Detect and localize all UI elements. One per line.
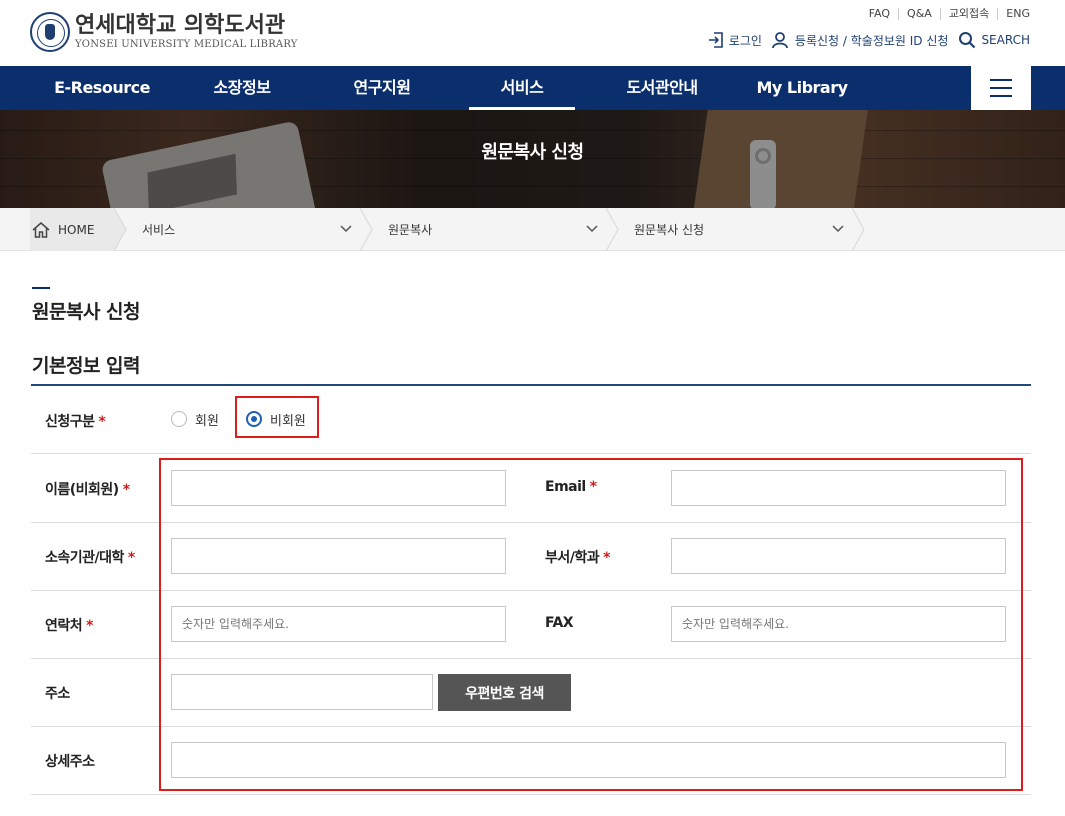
title-decoration [32, 287, 50, 289]
request-type-row: 신청구분 * 회원 비회원 [31, 386, 1031, 454]
breadcrumb-copy-request-dropdown[interactable]: 원문복사 신청 [606, 208, 852, 251]
site-header: 연세대학교 의학도서관 YONSEI UNIVERSITY MEDICAL LI… [0, 0, 1065, 66]
name-label: 이름(비회원) * [45, 482, 130, 498]
user-add-icon [772, 32, 788, 49]
radio-member[interactable]: 회원 [171, 401, 219, 437]
section-title: 기본정보 입력 [32, 355, 141, 377]
member-links: 로그인 등록신청 / 학술정보원 ID 신청 SEARCH [698, 31, 1030, 49]
university-seal-icon [30, 12, 70, 52]
login-link[interactable]: 로그인 [708, 31, 762, 49]
logo-english-name: YONSEI UNIVERSITY MEDICAL LIBRARY [75, 39, 298, 50]
nav-item-services[interactable]: 서비스 [452, 66, 592, 110]
nav-item-library-info[interactable]: 도서관안내 [592, 66, 732, 110]
nav-item-my-library[interactable]: My Library [732, 66, 872, 110]
search-link[interactable]: SEARCH [958, 31, 1030, 49]
breadcrumb-home[interactable]: HOME [30, 208, 114, 251]
affiliation-label: 소속기관/대학 * [45, 550, 135, 566]
search-icon [959, 32, 976, 49]
nav-item-e-resource[interactable]: E-Resource [32, 66, 172, 110]
english-link[interactable]: ENG [997, 8, 1030, 20]
address-label: 주소 [45, 686, 70, 702]
hamburger-menu-icon[interactable] [971, 66, 1031, 110]
off-campus-access-link[interactable]: 교외접속 [939, 8, 997, 20]
highlight-box-form-fields [159, 458, 1023, 791]
highlight-box-non-member [235, 396, 319, 438]
qna-link[interactable]: Q&A [898, 8, 940, 20]
breadcrumb-copy-dropdown[interactable]: 원문복사 [360, 208, 606, 251]
radio-member-control[interactable] [171, 411, 187, 427]
main-navigation: E-Resource 소장정보 연구지원 서비스 도서관안내 My Librar… [0, 66, 1065, 110]
page-banner: 원문복사 신청 [0, 110, 1065, 208]
faq-link[interactable]: FAQ [861, 8, 898, 20]
banner-title: 원문복사 신청 [481, 142, 584, 163]
home-icon [32, 221, 50, 238]
phone-label: 연락처 * [45, 618, 93, 634]
breadcrumb: HOME 서비스 원문복사 원문복사 신청 [0, 208, 1065, 251]
request-type-label: 신청구분 * [45, 414, 106, 430]
utility-links: FAQ Q&A 교외접속 ENG [861, 8, 1030, 20]
login-icon [708, 32, 723, 48]
library-logo[interactable]: 연세대학교 의학도서관 YONSEI UNIVERSITY MEDICAL LI… [30, 12, 298, 52]
nav-item-research-support[interactable]: 연구지원 [312, 66, 452, 110]
chevron-down-icon [340, 225, 352, 233]
logo-korean-name: 연세대학교 의학도서관 [75, 13, 286, 38]
page-title: 원문복사 신청 [32, 301, 141, 323]
breadcrumb-services-dropdown[interactable]: 서비스 [114, 208, 360, 251]
nav-item-holdings[interactable]: 소장정보 [172, 66, 312, 110]
address-detail-label: 상세주소 [45, 754, 95, 770]
chevron-down-icon [586, 225, 598, 233]
breadcrumb-separator [852, 208, 865, 251]
chevron-down-icon [832, 225, 844, 233]
register-link[interactable]: 등록신청 / 학술정보원 ID 신청 [772, 31, 948, 49]
